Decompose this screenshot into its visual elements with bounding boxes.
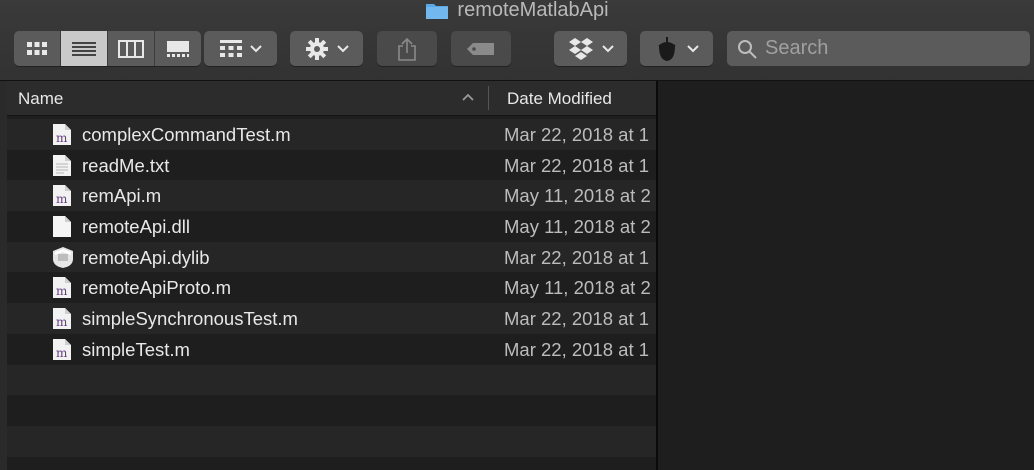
toolbar: remoteMatlabApi Search <box>0 0 1034 81</box>
file-date: May 11, 2018 at 2 <box>504 185 651 207</box>
file-name: complexCommandTest.m <box>82 124 291 145</box>
column-divider[interactable] <box>488 86 489 110</box>
file-row[interactable]: m complexCommandTest.m Mar 22, 2018 at 1 <box>7 119 656 150</box>
folder-icon <box>425 0 449 20</box>
file-row[interactable]: remoteApi.dll May 11, 2018 at 2 <box>7 211 656 242</box>
svg-text:m: m <box>56 131 68 145</box>
gallery-icon <box>167 40 189 57</box>
file-name: simpleSynchronousTest.m <box>82 308 298 330</box>
empty-row <box>7 395 656 426</box>
library-file-icon <box>52 246 73 269</box>
search-input[interactable]: Search <box>765 37 828 60</box>
chevron-down-icon <box>686 44 699 52</box>
list-header: Name Date Modified <box>7 81 656 116</box>
file-date: Mar 22, 2018 at 1 <box>504 338 650 360</box>
empty-row <box>7 364 656 396</box>
file-rows: m complexCommandTest.m Mar 22, 2018 at 1… <box>7 119 656 470</box>
tag-button[interactable] <box>451 31 511 66</box>
window-title: remoteMatlabApi <box>457 0 609 21</box>
acorn-icon <box>657 36 676 61</box>
chevron-down-icon <box>336 44 349 52</box>
group-grid-icon <box>219 39 242 57</box>
window-title-bar: remoteMatlabApi <box>0 0 1034 24</box>
matlab-file-icon: m <box>52 184 72 207</box>
tag-icon <box>467 42 494 55</box>
chevron-down-icon <box>249 44 262 52</box>
matlab-file-icon: m <box>52 307 72 330</box>
sidebar-edge <box>0 81 7 470</box>
file-date: Mar 22, 2018 at 1 <box>504 124 650 145</box>
action-button[interactable] <box>290 31 363 66</box>
text-file-icon <box>52 154 72 177</box>
matlab-file-icon: m <box>52 338 72 361</box>
empty-row <box>7 456 656 470</box>
column-header-date-modified[interactable]: Date Modified <box>507 89 612 109</box>
file-name: remApi.m <box>82 185 162 207</box>
gear-icon <box>305 37 328 60</box>
grid-icon <box>27 41 47 55</box>
sort-ascending-icon[interactable] <box>462 93 474 101</box>
search-icon <box>738 39 757 59</box>
file-date: Mar 22, 2018 at 1 <box>504 154 650 176</box>
file-name: readMe.txt <box>82 154 170 176</box>
dropbox-button[interactable] <box>554 31 627 66</box>
group-button[interactable] <box>204 31 277 66</box>
file-name: remoteApiProto.m <box>82 277 232 299</box>
icon-view-button[interactable] <box>14 31 61 66</box>
column-header-name[interactable]: Name <box>18 89 63 109</box>
file-row[interactable]: readMe.txt Mar 22, 2018 at 1 <box>7 149 656 181</box>
file-list: Name Date Modified m complexCommandTest.… <box>7 81 656 470</box>
column-view-button[interactable] <box>108 31 155 66</box>
svg-text:m: m <box>56 284 68 298</box>
preview-pane <box>658 81 1034 470</box>
blank-file-icon <box>52 215 72 238</box>
file-date: Mar 22, 2018 at 1 <box>504 246 650 268</box>
empty-row <box>7 425 656 457</box>
svg-text:m: m <box>56 346 68 360</box>
gallery-view-button[interactable] <box>155 31 201 66</box>
acorn-button[interactable] <box>640 31 713 66</box>
search-field[interactable]: Search <box>727 31 1030 66</box>
chevron-down-icon <box>601 44 614 52</box>
file-date: May 11, 2018 at 2 <box>504 216 651 238</box>
svg-text:m: m <box>56 315 68 329</box>
list-view-button[interactable] <box>61 31 108 66</box>
file-date: May 11, 2018 at 2 <box>504 277 651 299</box>
dropbox-icon <box>568 37 593 60</box>
share-button[interactable] <box>377 31 437 66</box>
file-name: remoteApi.dylib <box>82 246 210 268</box>
file-date: Mar 22, 2018 at 1 <box>504 308 650 330</box>
share-icon <box>398 37 416 61</box>
view-mode-control <box>14 31 201 66</box>
file-name: remoteApi.dll <box>82 216 190 238</box>
file-row[interactable]: m remoteApiProto.m May 11, 2018 at 2 <box>7 272 656 304</box>
list-icon <box>72 41 96 56</box>
file-row[interactable]: m remApi.m May 11, 2018 at 2 <box>7 180 656 212</box>
matlab-file-icon: m <box>52 123 72 146</box>
matlab-file-icon: m <box>52 276 72 299</box>
svg-text:m: m <box>56 192 68 206</box>
columns-icon <box>118 39 144 58</box>
file-name: simpleTest.m <box>82 338 190 360</box>
file-row[interactable]: m simpleTest.m Mar 22, 2018 at 1 <box>7 333 656 365</box>
file-row[interactable]: m simpleSynchronousTest.m Mar 22, 2018 a… <box>7 303 656 334</box>
file-row[interactable]: remoteApi.dylib Mar 22, 2018 at 1 <box>7 241 656 273</box>
